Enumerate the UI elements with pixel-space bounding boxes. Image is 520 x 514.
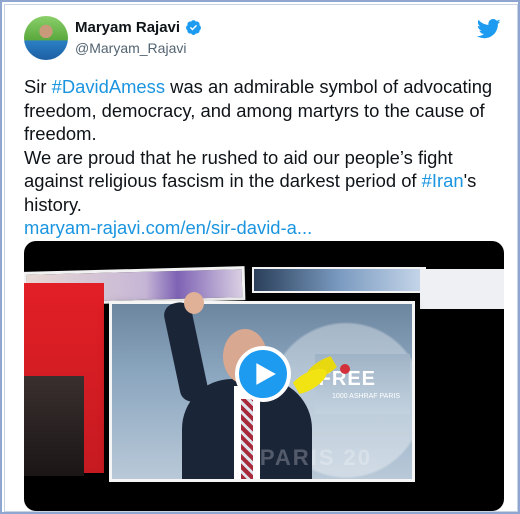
tweet-text-segment: We are proud that he rushed to aid our p… [24, 146, 453, 192]
play-button[interactable] [235, 346, 291, 402]
author-handle[interactable]: @Maryam_Rajavi [75, 40, 186, 56]
author-display-name[interactable]: Maryam Rajavi [75, 19, 180, 36]
hashtag-davidamess[interactable]: #DavidAmess [52, 76, 165, 97]
man-tie [241, 399, 253, 479]
tweet-paragraph-1: Sir #DavidAmess was an admirable symbol … [24, 75, 504, 146]
photo-banner-subtext: 1000 ASHRAF PARIS [332, 393, 400, 400]
tweet-body: Sir #DavidAmess was an admirable symbol … [24, 75, 504, 240]
tweet-card: Maryam Rajavi @Maryam_Rajavi Sir #DavidA… [4, 4, 518, 512]
avatar[interactable] [24, 16, 68, 60]
twitter-bird-icon[interactable] [477, 19, 501, 39]
photo-watermark: PARIS 20 [259, 445, 372, 470]
video-frame-collage-panel [24, 376, 84, 476]
video-player[interactable]: FREE 1000 ASHRAF PARIS PARIS 20 [24, 241, 504, 511]
hashtag-iran[interactable]: #Iran [422, 170, 464, 191]
tweet-link[interactable]: maryam-rajavi.com/en/sir-david-a... [24, 216, 504, 240]
verified-badge-icon [186, 20, 201, 35]
video-frame-collage-panel [252, 267, 426, 293]
man-hand [184, 292, 204, 314]
play-icon [256, 363, 276, 385]
video-frame-collage-panel [420, 269, 504, 309]
tweet-paragraph-2: We are proud that he rushed to aid our p… [24, 146, 504, 217]
screenshot-frame: Maryam Rajavi @Maryam_Rajavi Sir #DavidA… [0, 0, 520, 514]
author-name-row: Maryam Rajavi [75, 19, 202, 36]
red-rose [340, 364, 350, 374]
tweet-text-segment: Sir [24, 76, 52, 97]
